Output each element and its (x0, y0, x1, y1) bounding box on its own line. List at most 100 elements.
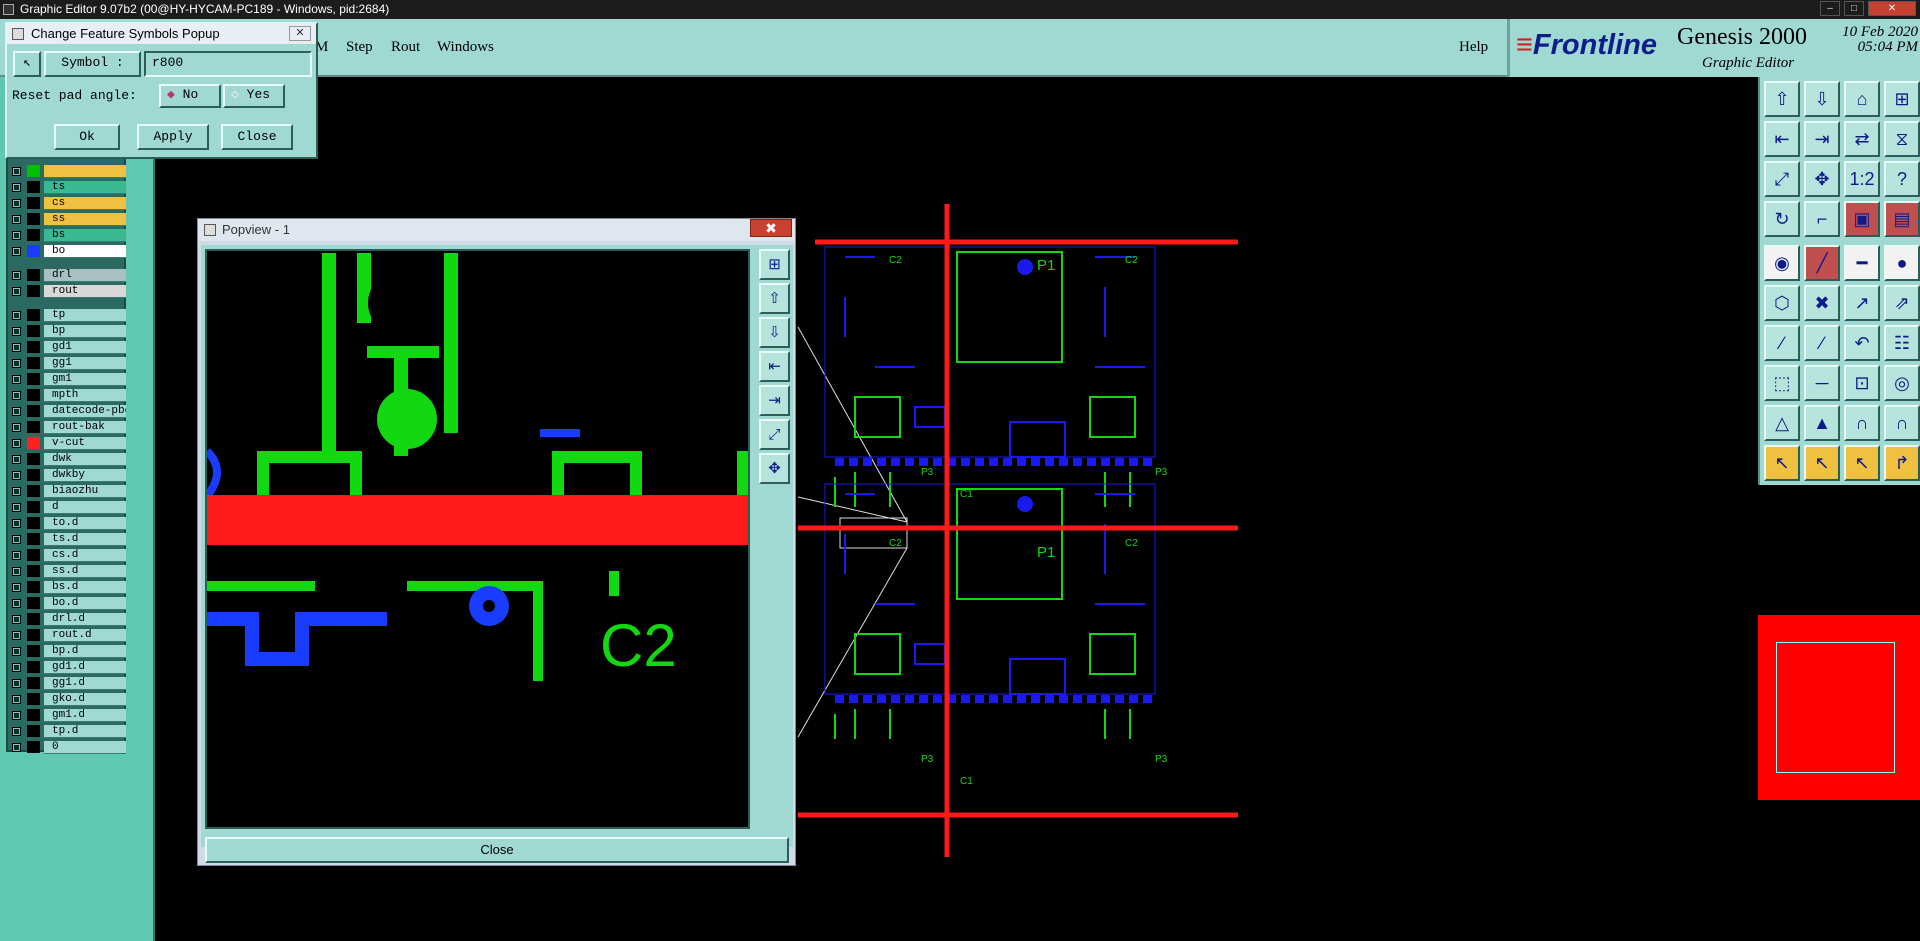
menu-item-step[interactable]: Step (346, 39, 373, 56)
layer-name[interactable]: datecode-pbc (44, 405, 126, 418)
layer-row[interactable]: bo.d (10, 596, 126, 610)
select-tool-button[interactable]: ↖ (1764, 445, 1800, 481)
layer-name[interactable]: tp (44, 309, 126, 322)
layer-row[interactable]: bs.d (10, 580, 126, 594)
close-button[interactable]: Close (221, 124, 293, 150)
layer-row[interactable]: rout-bak (10, 420, 126, 434)
layer-checkbox[interactable] (12, 327, 21, 336)
layer-color-swatch[interactable] (27, 357, 40, 369)
arch-tool-button[interactable]: ∩ (1844, 405, 1880, 441)
layer-color-swatch[interactable] (27, 285, 40, 297)
fillet-tool-button[interactable]: ☷ (1884, 325, 1920, 361)
layer-row[interactable]: gko.d (10, 692, 126, 706)
edit-line-tool-button[interactable]: ╱ (1804, 245, 1840, 281)
layer-row[interactable]: ss.d (10, 564, 126, 578)
layer-checkbox[interactable] (12, 375, 21, 384)
layer-name[interactable]: drl.d (44, 613, 126, 626)
layer-checkbox[interactable] (12, 471, 21, 480)
layer-color-swatch[interactable] (27, 501, 40, 513)
layer-checkbox[interactable] (12, 271, 21, 280)
arc-tool-button[interactable]: ↶ (1844, 325, 1880, 361)
popview-close-icon[interactable]: ✖ (750, 219, 792, 237)
layer-row[interactable]: cs (10, 196, 126, 210)
layer-color-swatch[interactable] (27, 269, 40, 281)
layer-color-swatch[interactable] (27, 309, 40, 321)
rotate-tool-button[interactable]: ↻ (1764, 201, 1800, 237)
route-tool-button[interactable]: ⇗ (1884, 285, 1920, 321)
layer-name[interactable]: bp.d (44, 645, 126, 658)
pan-down-button[interactable]: ⇩ (759, 317, 790, 348)
layer-name[interactable]: tp.d (44, 725, 126, 738)
layer-down-tool-button[interactable]: ⇩ (1804, 81, 1840, 117)
layer-row[interactable]: drl.d (10, 612, 126, 626)
zoom-home-button[interactable]: ✥ (759, 453, 790, 484)
layer-up-tool-button[interactable]: ⇧ (1764, 81, 1800, 117)
layer-name[interactable]: drl (44, 269, 126, 282)
layer-checkbox[interactable] (12, 631, 21, 640)
layer-color-swatch[interactable] (27, 613, 40, 625)
layer-name[interactable]: bo.d (44, 597, 126, 610)
triangle-tool-button[interactable]: △ (1764, 405, 1800, 441)
layer-name[interactable]: d (44, 501, 126, 514)
layer-row[interactable]: v-cut (10, 436, 126, 450)
slope-tool-button[interactable]: ∕ (1804, 325, 1840, 361)
popview-close-button[interactable]: Close (205, 837, 789, 863)
layer-row[interactable]: 0 (10, 740, 126, 754)
layer-name[interactable]: dwkby (44, 469, 126, 482)
layer-name[interactable]: dwk (44, 453, 126, 466)
layer-color-swatch[interactable] (27, 725, 40, 737)
pan-left-tool-button[interactable]: ⇤ (1764, 121, 1800, 157)
layer-color-swatch[interactable] (27, 165, 40, 177)
scale-tool-button[interactable]: 1:2 (1844, 161, 1880, 197)
layer-row[interactable]: biaozhu (10, 484, 126, 498)
reset-yes-option[interactable]: ◇ Yes (223, 84, 285, 108)
zoom-center-tool-button[interactable]: ✥ (1804, 161, 1840, 197)
layer-color-swatch[interactable] (27, 469, 40, 481)
layer-row[interactable]: cs.d (10, 548, 126, 562)
layer-name[interactable]: ts.d (44, 533, 126, 546)
close-window-button[interactable]: ✕ (1868, 1, 1916, 16)
layer-checkbox[interactable] (12, 663, 21, 672)
layer-color-swatch[interactable] (27, 581, 40, 593)
layer-color-swatch[interactable] (27, 405, 40, 417)
layer-row[interactable]: bo (10, 244, 126, 258)
circle-tool-button[interactable]: ◎ (1884, 365, 1920, 401)
layer-row[interactable]: ss (10, 212, 126, 226)
layer-color-swatch[interactable] (27, 565, 40, 577)
menu-item-help[interactable]: Help (1459, 39, 1488, 56)
layer-color-swatch[interactable] (27, 453, 40, 465)
layer-name[interactable]: ts (44, 181, 126, 194)
layer-checkbox[interactable] (12, 679, 21, 688)
layer-name[interactable]: v-cut (44, 437, 126, 450)
layer-row[interactable]: ts.d (10, 532, 126, 546)
layer-color-swatch[interactable] (27, 645, 40, 657)
layer-checkbox[interactable] (12, 167, 21, 176)
layer-name[interactable]: gm1.d (44, 709, 126, 722)
layer-color-swatch[interactable] (27, 677, 40, 689)
layer-name[interactable]: rout (44, 285, 126, 298)
minimize-button[interactable]: – (1820, 1, 1840, 16)
window-split-tool-button[interactable]: ⊞ (1884, 81, 1920, 117)
layer-name[interactable]: ss (44, 213, 126, 226)
layer-name[interactable] (44, 165, 126, 178)
menu-item-windows[interactable]: Windows (437, 39, 494, 56)
layer-name[interactable]: 0 (44, 741, 126, 754)
pan-left-button[interactable]: ⇤ (759, 351, 790, 382)
layer-checkbox[interactable] (12, 711, 21, 720)
maximize-button[interactable]: □ (1844, 1, 1864, 16)
layer-row[interactable]: bs (10, 228, 126, 242)
layer-checkbox[interactable] (12, 647, 21, 656)
layer-name[interactable]: to.d (44, 517, 126, 530)
triangle-edit-tool-button[interactable]: ▲ (1804, 405, 1840, 441)
layer-name[interactable]: gko.d (44, 693, 126, 706)
layer-checkbox[interactable] (12, 567, 21, 576)
move-node-tool-button[interactable]: ↗ (1844, 285, 1880, 321)
layer-color-swatch[interactable] (27, 485, 40, 497)
bracket-tool-button[interactable]: ⊡ (1844, 365, 1880, 401)
layer-row[interactable]: bp.d (10, 644, 126, 658)
layer-checkbox[interactable] (12, 311, 21, 320)
layer-name[interactable]: bs.d (44, 581, 126, 594)
layer-checkbox[interactable] (12, 551, 21, 560)
layer-row[interactable]: to.d (10, 516, 126, 530)
layer-checkbox[interactable] (12, 343, 21, 352)
